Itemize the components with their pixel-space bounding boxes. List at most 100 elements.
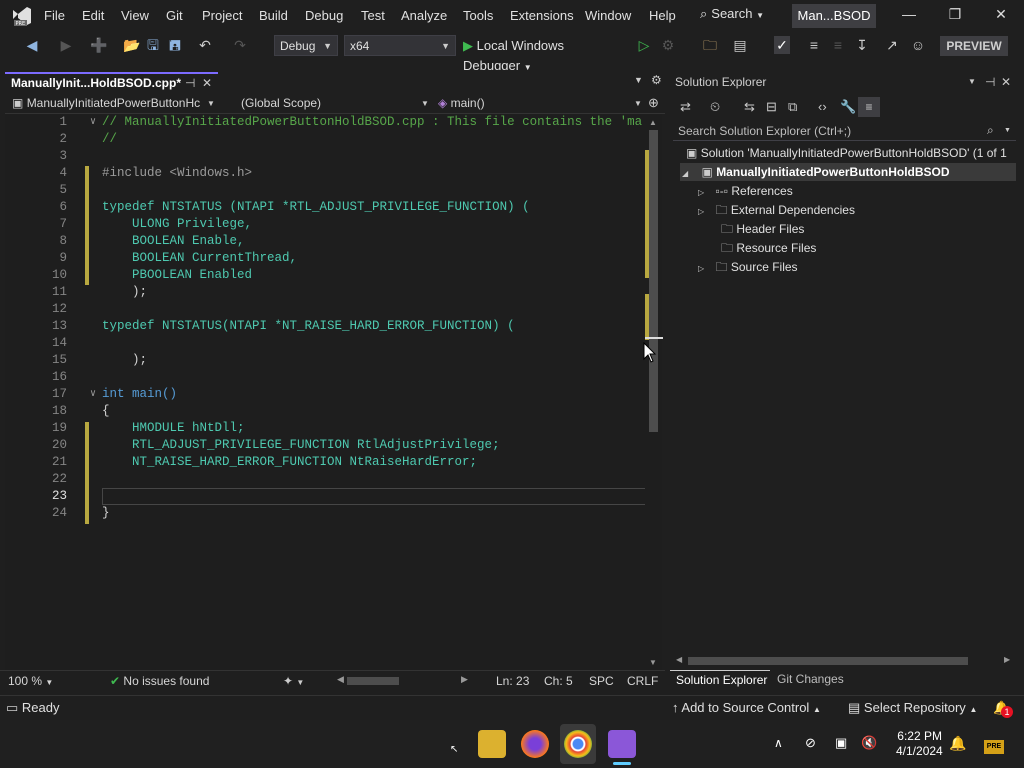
tree-project-node[interactable]: ◢ ▣ ManuallyInitiatedPowerButtonHoldBSOD: [680, 163, 1016, 181]
menu-view[interactable]: View: [121, 8, 149, 23]
issues-indicator[interactable]: ✔ No issues found: [110, 674, 209, 688]
toggle-panel-icon[interactable]: ≡: [806, 36, 822, 54]
select-repository-button[interactable]: ▤ Select Repository ▲: [848, 700, 977, 716]
scroll-right-icon[interactable]: ▶: [461, 674, 468, 685]
format-icon[interactable]: ↧: [854, 36, 870, 54]
tab-solution-explorer[interactable]: Solution Explorer: [670, 670, 770, 690]
document-tab[interactable]: ManuallyInit...HoldBSOD.cpp* ⊣ ✕: [5, 72, 218, 92]
chevron-down-icon[interactable]: ▼: [421, 99, 429, 108]
tree-item-header-files[interactable]: 🗀 Header Files: [721, 220, 804, 238]
solution-search-input[interactable]: Search Solution Explorer (Ctrl+;): [673, 121, 1016, 141]
close-window-button[interactable]: ✕: [986, 6, 1016, 26]
zoom-select[interactable]: 100 % ▼: [8, 674, 53, 688]
save-all-icon[interactable]: 🖪: [167, 36, 183, 54]
solution-hscroll-thumb[interactable]: [688, 657, 968, 665]
attach-icon[interactable]: ⚙: [660, 36, 676, 54]
code-cleanup-icon[interactable]: ✦ ▼: [283, 674, 304, 688]
firefox-icon[interactable]: [521, 730, 549, 758]
display-icon[interactable]: ▣: [835, 735, 847, 751]
folder-view-icon[interactable]: 🗀: [702, 36, 718, 54]
menu-build[interactable]: Build: [259, 8, 288, 23]
menu-analyze[interactable]: Analyze: [401, 8, 447, 23]
menu-debug[interactable]: Debug: [305, 8, 343, 23]
tree-item-resource-files[interactable]: 🗀 Resource Files: [721, 239, 816, 257]
undo-icon[interactable]: ↶: [197, 36, 213, 54]
menu-tools[interactable]: Tools: [463, 8, 493, 23]
solution-platform-select[interactable]: x64 ▼: [344, 35, 456, 56]
redo-icon[interactable]: ↷: [232, 36, 248, 54]
show-all-files-icon[interactable]: ⧉: [788, 99, 797, 115]
step-icon[interactable]: ≡: [830, 36, 846, 54]
pending-changes-icon[interactable]: ⏲: [710, 99, 720, 115]
scroll-left-icon[interactable]: ◀: [676, 655, 682, 664]
chevron-down-icon[interactable]: ▼: [1004, 127, 1011, 134]
menu-extensions[interactable]: Extensions: [510, 8, 574, 23]
tab-git-changes[interactable]: Git Changes: [777, 672, 844, 686]
close-tab-icon[interactable]: ✕: [202, 74, 212, 92]
menu-window[interactable]: Window: [585, 8, 631, 23]
preview-button[interactable]: PREVIEW: [940, 36, 1008, 56]
tab-overflow-icon[interactable]: ▼: [634, 75, 643, 85]
menu-project[interactable]: Project: [202, 8, 242, 23]
minimize-button[interactable]: —: [894, 6, 924, 26]
menu-test[interactable]: Test: [361, 8, 385, 23]
sync-icon[interactable]: ⇆: [744, 99, 755, 115]
search-button[interactable]: ⌕ Search ▼: [700, 6, 780, 26]
add-to-source-control-button[interactable]: ↑ Add to Source Control ▲: [672, 700, 821, 715]
pin-icon[interactable]: ⊣: [185, 74, 195, 92]
column-indicator[interactable]: Ch: 5: [544, 674, 573, 688]
chevron-down-icon[interactable]: ▼: [207, 99, 215, 108]
tree-solution-node[interactable]: ▣ Solution 'ManuallyInitiatedPowerButton…: [686, 144, 1016, 162]
horizontal-scroll-thumb[interactable]: [347, 677, 399, 685]
notifications-button[interactable]: 🔔 1: [993, 700, 1013, 718]
visual-studio-logo-icon[interactable]: PRE: [11, 6, 33, 26]
feedback-icon[interactable]: ☺: [910, 36, 926, 54]
scroll-down-icon[interactable]: ▼: [649, 658, 657, 667]
volume-muted-icon[interactable]: 🔇: [861, 735, 877, 751]
split-editor-icon[interactable]: ⊕: [648, 95, 659, 111]
new-project-icon[interactable]: ➕: [90, 36, 107, 54]
menu-git[interactable]: Git: [166, 8, 183, 23]
tree-item-source-files[interactable]: ▷ 🗀 Source Files: [698, 258, 798, 276]
navigate-back-icon[interactable]: ◀: [24, 36, 40, 54]
view-code-icon[interactable]: ‹›: [818, 99, 827, 114]
show-hidden-icons-icon[interactable]: ∧: [774, 736, 783, 750]
search-icon[interactable]: ⌕: [987, 123, 994, 138]
close-panel-icon[interactable]: ✕: [1001, 75, 1011, 89]
preview-badge-icon[interactable]: PRE: [984, 740, 1004, 754]
settings-gear-icon[interactable]: ⚙: [651, 73, 662, 87]
layout-icon[interactable]: ▤: [732, 36, 748, 54]
project-nav-select[interactable]: ▣ ManuallyInitiatedPowerButtonHc: [12, 96, 212, 110]
menu-file[interactable]: File: [44, 8, 65, 23]
scroll-up-icon[interactable]: ▲: [649, 118, 657, 127]
menu-help[interactable]: Help: [649, 8, 676, 23]
pin-icon[interactable]: ⊣: [985, 75, 995, 89]
solution-name-badge[interactable]: Man...BSOD: [792, 4, 876, 28]
spell-check-icon[interactable]: ✓: [774, 36, 790, 54]
properties-wrench-icon[interactable]: 🔧: [840, 99, 856, 115]
file-explorer-icon[interactable]: [478, 730, 506, 758]
tree-item-external-dependencies[interactable]: ▷ 🗀 External Dependencies: [698, 201, 855, 219]
start-without-debugging-icon[interactable]: ▷: [636, 36, 652, 54]
switch-views-icon[interactable]: ⇄: [680, 99, 691, 115]
navigate-forward-icon[interactable]: ▶: [58, 36, 74, 54]
code-editor[interactable]: 1 ∨// ManuallyInitiatedPowerButtonHoldBSO…: [5, 114, 647, 670]
scroll-right-icon[interactable]: ▶: [1004, 655, 1010, 664]
line-ending-indicator[interactable]: CRLF: [627, 674, 658, 688]
editor-scroll-thumb[interactable]: [649, 130, 658, 432]
menu-edit[interactable]: Edit: [82, 8, 104, 23]
start-debugging-button[interactable]: ▶ Local Windows Debugger ▼: [463, 36, 623, 73]
network-off-icon[interactable]: ⊘: [805, 735, 816, 751]
open-folder-icon[interactable]: 📂: [123, 36, 140, 54]
visual-studio-taskbar-icon[interactable]: [608, 730, 636, 758]
line-indicator[interactable]: Ln: 23: [496, 674, 529, 688]
tree-item-references[interactable]: ▷ ▫‐▫ References: [698, 182, 793, 200]
chrome-icon[interactable]: [564, 730, 592, 758]
clock[interactable]: 6:22 PM 4/1/2024: [896, 729, 943, 759]
scope-nav-select[interactable]: (Global Scope): [241, 96, 321, 110]
notification-bell-icon[interactable]: 🔔: [949, 735, 966, 752]
save-icon[interactable]: 🖫: [145, 36, 161, 54]
preview-selected-icon[interactable]: ≡: [858, 97, 880, 117]
chevron-down-icon[interactable]: ▼: [634, 99, 642, 108]
member-nav-select[interactable]: ◈ main(): [438, 96, 485, 110]
